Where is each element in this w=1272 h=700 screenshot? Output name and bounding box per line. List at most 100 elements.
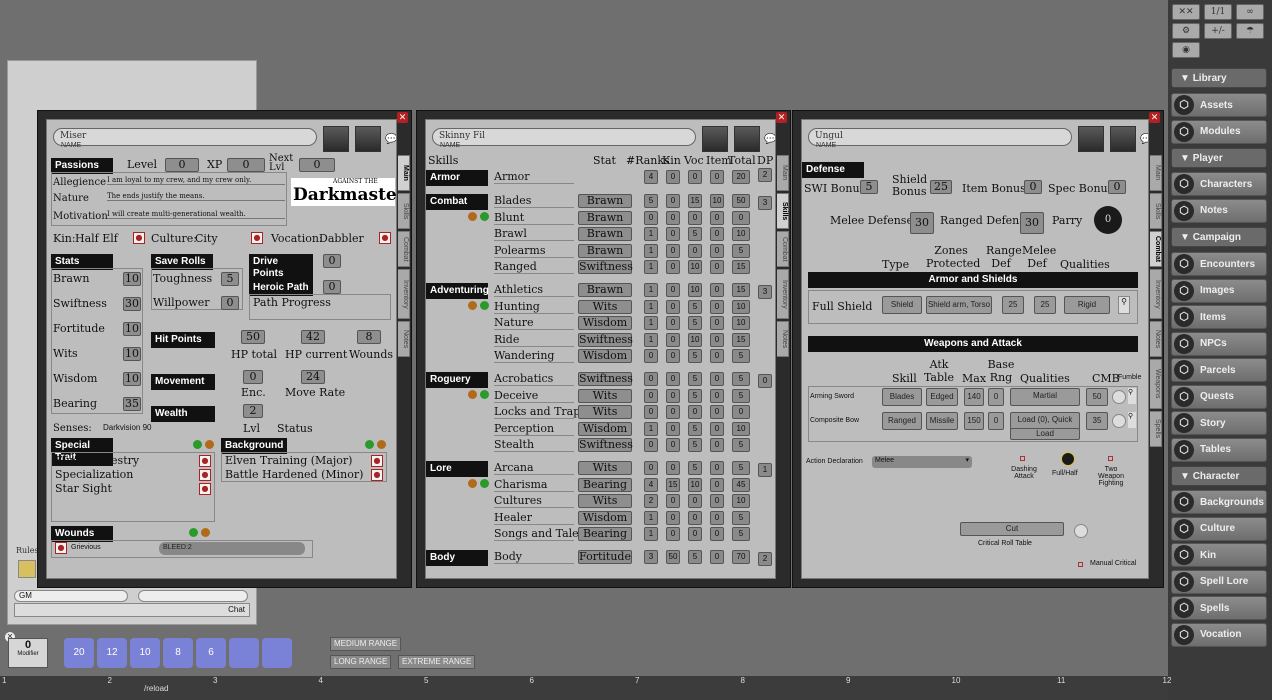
- tab-inventory[interactable]: Inventory: [398, 269, 410, 319]
- list-item[interactable]: Star Sight: [55, 482, 112, 495]
- skill-stat[interactable]: Swiftness: [578, 372, 633, 386]
- skill-value[interactable]: 0: [644, 388, 658, 403]
- sidebar-section-player[interactable]: ▼ Player: [1171, 148, 1267, 168]
- skill-name[interactable]: Ride: [494, 333, 574, 347]
- skill-value[interactable]: 0: [644, 461, 658, 475]
- ranged-defense-field[interactable]: 30: [1020, 212, 1044, 234]
- sidebar-section-character[interactable]: ▼ Character: [1171, 466, 1267, 486]
- skill-stat[interactable]: Brawn: [578, 210, 632, 225]
- spec-bonus-field[interactable]: 0: [1108, 180, 1126, 194]
- chat-button[interactable]: Chat: [228, 605, 245, 614]
- edit-icon[interactable]: [377, 440, 386, 449]
- sidebar-item-modules[interactable]: ⬡ Modules: [1171, 119, 1267, 144]
- portrait[interactable]: [1078, 126, 1104, 152]
- extreme-range-button[interactable]: EXTREME RANGE: [398, 655, 476, 669]
- sidebar-item-items[interactable]: ⬡ Items: [1171, 305, 1267, 329]
- tool-button[interactable]: 1/1: [1204, 4, 1232, 20]
- skill-name[interactable]: Wandering: [494, 349, 574, 364]
- skill-value[interactable]: 2: [644, 494, 658, 509]
- tab-skills[interactable]: Skills: [777, 193, 789, 229]
- wounds-field[interactable]: 8: [357, 330, 381, 344]
- skill-stat[interactable]: Brawn: [578, 243, 632, 258]
- skill-stat[interactable]: Brawn: [578, 283, 632, 297]
- culture-link-icon[interactable]: ●: [251, 232, 263, 244]
- skill-value[interactable]: 1: [644, 299, 658, 314]
- sidebar-item-story[interactable]: ⬡ Story: [1171, 411, 1267, 435]
- chat-bubble-icon[interactable]: 💬: [764, 134, 775, 145]
- chat-input[interactable]: Chat: [14, 603, 250, 617]
- die-icon[interactable]: 20: [64, 638, 94, 668]
- wrench-icon[interactable]: [1112, 390, 1126, 404]
- stat-value[interactable]: 10: [123, 322, 141, 336]
- skill-name[interactable]: Armor: [494, 170, 574, 184]
- portrait[interactable]: [323, 126, 349, 152]
- parry-field[interactable]: 0: [1094, 206, 1122, 234]
- skill-name[interactable]: Stealth: [494, 438, 574, 453]
- allegiance-field[interactable]: I am loyal to my crew, and my crew only.: [107, 176, 285, 185]
- tool-button[interactable]: ∞: [1236, 4, 1264, 20]
- weapon-rng[interactable]: 0: [988, 388, 1004, 406]
- portrait[interactable]: [702, 126, 728, 152]
- sidebar-item-characters[interactable]: ⬡ Characters: [1171, 172, 1267, 196]
- skill-name[interactable]: Blades: [494, 194, 574, 208]
- edit-icon[interactable]: [468, 479, 477, 488]
- edit-icon[interactable]: [201, 528, 210, 537]
- skill-name[interactable]: Hunting: [494, 300, 574, 314]
- weapon-table[interactable]: Edged: [926, 388, 958, 406]
- add-icon[interactable]: [480, 479, 489, 488]
- skill-stat[interactable]: Wits: [578, 494, 632, 509]
- tool-button[interactable]: ◉: [1172, 42, 1200, 58]
- hp-current-field[interactable]: 42: [301, 330, 325, 344]
- sidebar-section-library[interactable]: ▼ Library: [1171, 68, 1267, 88]
- wrench-icon[interactable]: [1074, 524, 1088, 538]
- skill-name[interactable]: Acrobatics: [494, 372, 574, 386]
- sidebar-item-assets[interactable]: ⬡ Assets: [1171, 93, 1267, 117]
- tab-main[interactable]: Main: [1150, 155, 1162, 191]
- critical-table-select[interactable]: Cut: [960, 522, 1064, 536]
- weapon-max[interactable]: 140: [964, 388, 984, 406]
- die-icon[interactable]: 6: [196, 638, 226, 668]
- list-item[interactable]: Battle Hardened (Minor): [225, 468, 363, 481]
- skill-value[interactable]: 1: [644, 510, 658, 525]
- dp-field[interactable]: 3: [758, 196, 772, 210]
- add-icon[interactable]: [193, 440, 202, 449]
- add-icon[interactable]: [480, 212, 489, 221]
- list-item[interactable]: Elven Training (Major): [225, 454, 352, 467]
- skill-stat[interactable]: Wits: [578, 299, 632, 314]
- save-value[interactable]: 5: [221, 272, 239, 286]
- kin-value[interactable]: Half Elf: [75, 232, 118, 245]
- skill-value[interactable]: 1: [644, 332, 658, 347]
- drive-points-field[interactable]: 0: [323, 254, 341, 268]
- weapon-cmb[interactable]: 35: [1086, 412, 1108, 430]
- armor-melee-def[interactable]: 25: [1034, 296, 1056, 314]
- die-icon[interactable]: 8: [163, 638, 193, 668]
- weapon-name[interactable]: Composite Bow: [810, 417, 859, 424]
- skill-stat[interactable]: Bearing: [578, 527, 632, 542]
- level-field[interactable]: 0: [165, 158, 199, 172]
- skill-value[interactable]: 1: [644, 260, 658, 275]
- sidebar-item-quests[interactable]: ⬡ Quests: [1171, 384, 1267, 409]
- vocation-value[interactable]: Dabbler: [319, 232, 364, 245]
- wound-name[interactable]: Grievious: [71, 544, 101, 551]
- armor-qualities[interactable]: Rigid: [1064, 296, 1110, 314]
- skill-stat[interactable]: Swiftness: [578, 438, 633, 453]
- weapon-cmb[interactable]: 50: [1086, 388, 1108, 406]
- close-icon[interactable]: ✕: [776, 112, 787, 123]
- skill-stat[interactable]: Wits: [578, 405, 632, 420]
- skill-name[interactable]: Locks and Traps: [494, 405, 586, 420]
- add-icon[interactable]: [365, 440, 374, 449]
- manual-critical-checkbox[interactable]: [1078, 562, 1083, 567]
- tab-spells[interactable]: Spells: [1150, 411, 1162, 447]
- skill-value[interactable]: 0: [644, 210, 658, 225]
- swi-bonus-field[interactable]: 5: [860, 180, 878, 194]
- die-icon[interactable]: 12: [97, 638, 127, 668]
- tab-notes[interactable]: Notes: [1150, 321, 1162, 357]
- chat-bubble-icon[interactable]: 💬: [1140, 134, 1148, 145]
- tab-combat[interactable]: Combat: [777, 231, 789, 267]
- add-icon[interactable]: [480, 390, 489, 399]
- sidebar-item-spell-lore[interactable]: ⬡ Spell Lore: [1171, 569, 1267, 594]
- skill-stat[interactable]: Swiftness: [578, 260, 633, 275]
- skill-name[interactable]: Body: [494, 550, 574, 564]
- language-select[interactable]: [138, 590, 248, 602]
- sidebar-item-vocation[interactable]: ⬡ Vocation: [1171, 622, 1267, 647]
